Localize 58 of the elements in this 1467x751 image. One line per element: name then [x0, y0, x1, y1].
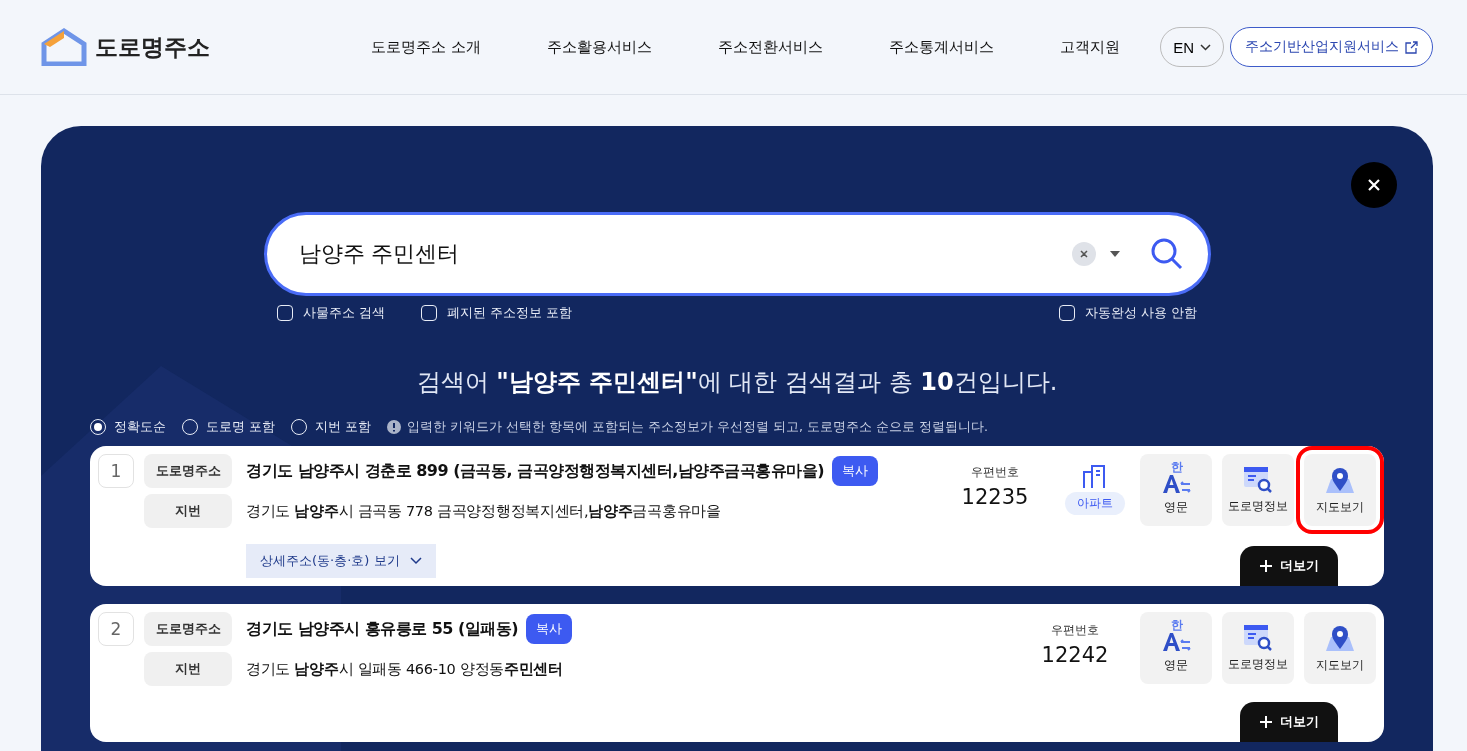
copy-button[interactable]: 복사 [832, 456, 879, 486]
postal-code: 12242 [1041, 643, 1109, 667]
english-address-button[interactable]: 한 영문 [1140, 612, 1212, 684]
road-address: 경기도 남양주시 홍유릉로 55 (일패동) [246, 618, 519, 640]
info-icon [387, 420, 402, 434]
detail-address-toggle[interactable]: 상세주소(동·층·호) 보기 [246, 544, 436, 578]
plus-icon [1259, 560, 1272, 572]
dropdown-caret-icon[interactable] [1109, 251, 1120, 257]
lot-address: 경기도 남양주시 일패동 466-10 양정동주민센터 [246, 659, 563, 679]
external-service-link[interactable]: 주소기반산업지원서비스 [1230, 27, 1433, 67]
building-icon [1082, 464, 1108, 488]
chevron-down-icon [1200, 43, 1211, 51]
close-button[interactable] [1351, 162, 1397, 208]
result-number: 1 [98, 454, 134, 488]
nav-link[interactable]: 고객지원 [1060, 37, 1121, 57]
search-bar[interactable]: 남양주 주민센터 [263, 212, 1211, 296]
sort-radio[interactable]: 도로명 포함 [182, 418, 276, 436]
search-option-checkbox[interactable]: 사물주소 검색 [277, 304, 386, 322]
building-type-tag: 아파트 [1065, 492, 1125, 515]
road-address-label: 도로명주소 [144, 454, 232, 488]
house-logo-icon [41, 28, 87, 66]
autocomplete-checkbox[interactable]: 자동완성 사용 안함 [1058, 304, 1197, 322]
postal-code-label: 우편번호 [1051, 622, 1099, 639]
copy-button[interactable]: 복사 [526, 614, 573, 644]
lot-address-label: 지번 [144, 652, 232, 686]
result-number: 2 [98, 612, 134, 646]
search-field[interactable]: 남양주 주민센터 [296, 240, 1058, 268]
road-address: 경기도 남양주시 경춘로 899 (금곡동, 금곡양정행정복지센터,남양주금곡홍유마을) [246, 460, 825, 482]
sort-radio[interactable]: 정확도순 [90, 418, 166, 436]
more-button[interactable]: 더보기 [1240, 546, 1338, 586]
more-button[interactable]: 더보기 [1240, 702, 1338, 742]
road-info-button[interactable]: 도로명정보 [1222, 454, 1294, 526]
result-summary: 검색어 "남양주 주민센터"에 대한 검색결과 총 10건입니다. [415, 367, 1059, 398]
road-info-button[interactable]: 도로명정보 [1222, 612, 1294, 684]
window-search-icon [1243, 623, 1273, 652]
nav-link[interactable]: 도로명주소 소개 [371, 37, 481, 57]
language-selector[interactable]: EN [1160, 27, 1224, 67]
map-button[interactable]: 지도보기 [1304, 612, 1376, 684]
lot-address-label: 지번 [144, 494, 232, 528]
sort-radio[interactable]: 지번 포함 [291, 418, 372, 436]
nav-link[interactable]: 주소활용서비스 [546, 37, 652, 57]
postal-code: 12235 [961, 485, 1029, 509]
site-logo[interactable]: 도로명주소 [95, 31, 210, 63]
window-search-icon [1243, 465, 1273, 494]
chevron-down-icon [409, 557, 422, 565]
close-icon [1367, 178, 1381, 192]
nav-link[interactable]: 주소전환서비스 [717, 37, 823, 57]
nav-link[interactable]: 주소통계서비스 [889, 37, 995, 57]
postal-code-label: 우편번호 [971, 464, 1019, 481]
road-address-label: 도로명주소 [144, 612, 232, 646]
clear-icon[interactable] [1071, 242, 1096, 266]
plus-icon [1259, 716, 1272, 728]
lot-address: 경기도 남양주시 금곡동 778 금곡양정행정복지센터,남양주금곡홍유마을 [246, 501, 721, 521]
sort-note: 입력한 키워드가 선택한 항목에 포함되는 주소정보가 우선정렬 되고, 도로명주소 순으로 정렬됩니다. [407, 418, 988, 436]
english-address-button[interactable]: 한 영문 [1140, 454, 1212, 526]
search-icon[interactable] [1149, 237, 1184, 271]
search-option-checkbox[interactable]: 폐지된 주소정보 포함 [421, 304, 573, 322]
external-link-icon [1405, 40, 1418, 54]
